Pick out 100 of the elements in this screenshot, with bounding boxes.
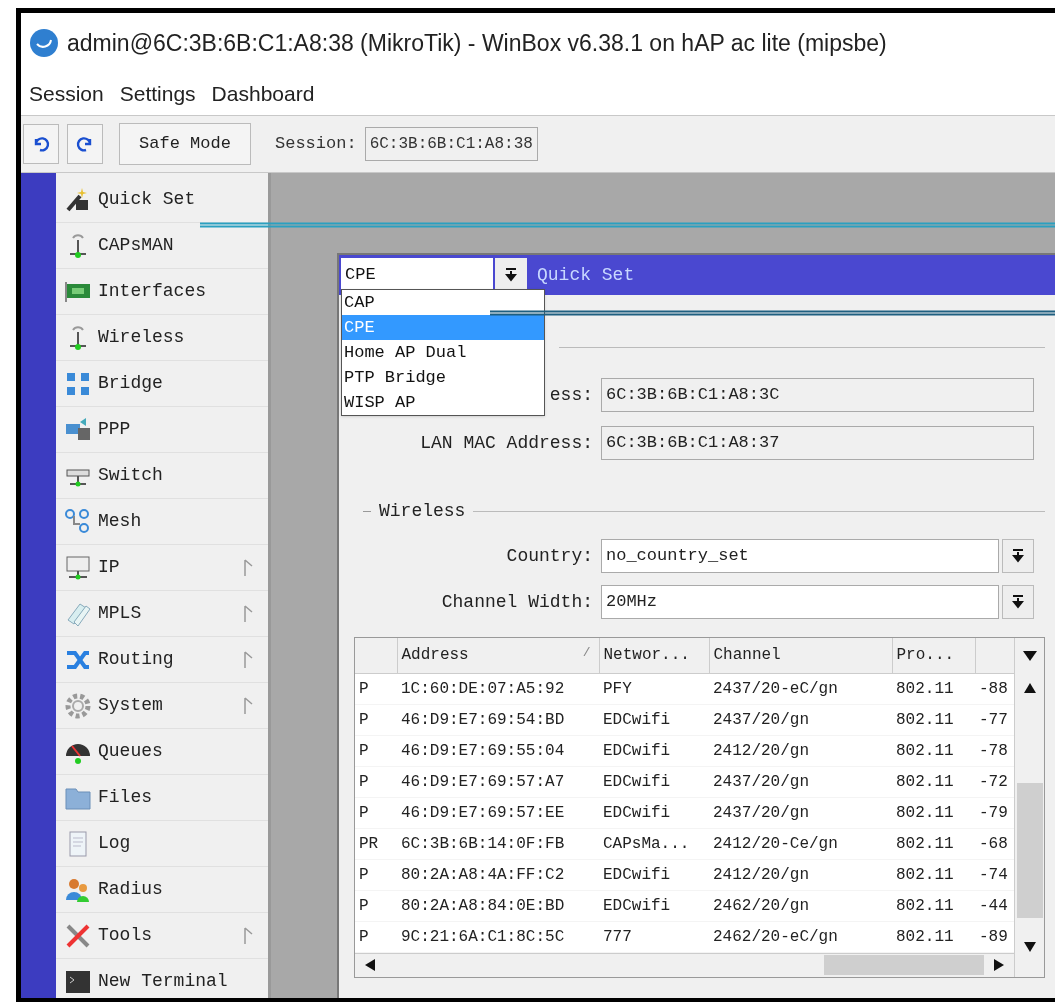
table-cell: CAPsMa... — [599, 828, 709, 859]
column-header[interactable]: Channel — [709, 638, 892, 673]
menu-item[interactable]: Session — [29, 78, 104, 110]
scroll-up-icon[interactable] — [1023, 683, 1036, 693]
sidebar-label: New Terminal — [98, 970, 228, 993]
input-field[interactable]: 6C:3B:6B:C1:A8:37 — [601, 426, 1034, 460]
table-cell: 2462/20/gn — [709, 890, 892, 921]
sidebar-label: Routing — [98, 648, 174, 671]
column-header[interactable]: Pro... — [892, 638, 975, 673]
sidebar-item[interactable]: Files — [56, 775, 268, 821]
table-cell: 802.11 — [892, 673, 975, 704]
sidebar-label: Switch — [98, 464, 163, 487]
field-label: Channel Width: — [441, 590, 593, 614]
table-cell: 802.11 — [892, 797, 975, 828]
table-cell: EDCwifi — [599, 704, 709, 735]
table-cell: 80:2A:A8:84:0E:BD — [397, 890, 599, 921]
menu-item[interactable]: Dashboard — [211, 78, 315, 110]
session-label: Session: — [275, 133, 357, 156]
undo-icon — [32, 135, 50, 153]
menu-item[interactable]: Settings — [119, 78, 196, 110]
scroll-left-icon — [365, 959, 375, 971]
sidebar-item[interactable]: Log — [56, 821, 268, 867]
dropdown-button[interactable] — [495, 258, 527, 292]
horizontal-scrollbar[interactable] — [355, 952, 1014, 977]
sidebar-item[interactable]: Mesh — [56, 499, 268, 545]
dropdown-option[interactable]: CAP — [342, 290, 544, 315]
safe-mode-button[interactable]: Safe Mode — [119, 123, 251, 165]
sidebar-label: Tools — [98, 924, 152, 947]
dropdown-option[interactable]: PTP Bridge — [342, 365, 544, 390]
scrollbar-thumb[interactable] — [1016, 783, 1043, 918]
sidebar-label: IP — [98, 556, 120, 579]
sidebar-item[interactable]: IP — [56, 545, 268, 591]
dropdown-button[interactable] — [1002, 585, 1034, 619]
table-cell: 80:2A:A8:4A:FF:C2 — [397, 859, 599, 890]
sidebar-item[interactable]: Radius — [56, 867, 268, 913]
sidebar-label: System — [98, 694, 163, 717]
session-field: 6C:3B:6B:C1:A8:38 — [364, 127, 538, 161]
table-cell: EDCwifi — [599, 735, 709, 766]
table-cell: 46:D9:E7:69:57:A7 — [397, 766, 599, 797]
sidebar-label: Queues — [98, 740, 163, 763]
table-cell: P — [355, 890, 397, 921]
table-cell: 802.11 — [892, 735, 975, 766]
scroll-down-icon[interactable] — [1023, 942, 1036, 952]
table-cell: EDCwifi — [599, 766, 709, 797]
sidebar-item[interactable]: Interfaces — [56, 269, 268, 315]
column-menu-icon[interactable] — [1022, 650, 1037, 661]
dropdown-arrow-icon — [1012, 595, 1024, 609]
wireless-group-label: Wireless — [379, 500, 466, 523]
window-title: admin@6C:3B:6B:C1:A8:38 (MikroTik) - WinBox v6.38.1 on hAP ac lite (mipsbe) — [67, 28, 887, 58]
scroll-right-icon — [994, 959, 1004, 971]
monitor-icon — [64, 553, 92, 582]
redo-button[interactable] — [67, 124, 103, 164]
sidebar-item[interactable]: MPLS — [56, 591, 268, 637]
sidebar-item[interactable]: Queues — [56, 729, 268, 775]
mode-select[interactable]: CPE — [341, 258, 493, 292]
input-field[interactable]: 6C:3B:6B:C1:A8:3C — [601, 378, 1034, 412]
table-cell: EDCwifi — [599, 890, 709, 921]
dropdown-option[interactable]: Home AP Dual — [342, 340, 544, 365]
table-cell: 802.11 — [892, 704, 975, 735]
sidebar-item[interactable]: New Terminal — [56, 959, 268, 1002]
table-cell: 2462/20-eC/gn — [709, 921, 892, 952]
table-cell: P — [355, 704, 397, 735]
table-cell: 2437/20/gn — [709, 797, 892, 828]
dropdown-button[interactable] — [1002, 539, 1034, 573]
gear-icon — [64, 691, 92, 720]
field-label: ess: — [549, 383, 593, 407]
table-cell: 46:D9:E7:69:57:EE — [397, 797, 599, 828]
sidebar-item[interactable]: Tools — [56, 913, 268, 959]
table-cell: 1C:60:DE:07:A5:92 — [397, 673, 599, 704]
sidebar-label: MPLS — [98, 602, 142, 625]
undo-button[interactable] — [23, 124, 59, 164]
sidebar-item[interactable]: Quick Set — [56, 177, 268, 223]
input-field[interactable]: 20MHz — [601, 585, 999, 619]
header-label: Address — [401, 645, 469, 667]
table-cell: EDCwifi — [599, 859, 709, 890]
redo-icon — [76, 135, 94, 153]
table-cell: 2437/20-eC/gn — [709, 673, 892, 704]
table-cell: EDCwifi — [599, 797, 709, 828]
input-field[interactable]: no_country_set — [601, 539, 999, 573]
sidebar-label: Mesh — [98, 510, 142, 533]
table-cell: 46:D9:E7:69:55:04 — [397, 735, 599, 766]
scrollbar-thumb[interactable] — [824, 955, 984, 975]
table-cell: 2437/20/gn — [709, 766, 892, 797]
sidebar-label: Files — [98, 786, 152, 809]
sidebar-item[interactable]: PPP — [56, 407, 268, 453]
dropdown-option[interactable]: WISP AP — [342, 390, 544, 415]
table-cell: P — [355, 766, 397, 797]
table-cell: PFY — [599, 673, 709, 704]
sidebar-label: PPP — [98, 418, 131, 441]
column-header[interactable]: Networ... — [599, 638, 709, 673]
field-label: Country: — [506, 544, 593, 568]
sidebar-item[interactable]: System — [56, 683, 268, 729]
quick-set-title: Quick Set — [537, 263, 635, 287]
sidebar-item[interactable]: CAPsMAN — [56, 223, 268, 269]
sidebar-item[interactable]: Bridge — [56, 361, 268, 407]
sidebar-item[interactable]: Routing — [56, 637, 268, 683]
sidebar-item[interactable]: Switch — [56, 453, 268, 499]
sidebar-label: Radius — [98, 878, 163, 901]
sidebar-label: Log — [98, 832, 131, 855]
sidebar-item[interactable]: Wireless — [56, 315, 268, 361]
